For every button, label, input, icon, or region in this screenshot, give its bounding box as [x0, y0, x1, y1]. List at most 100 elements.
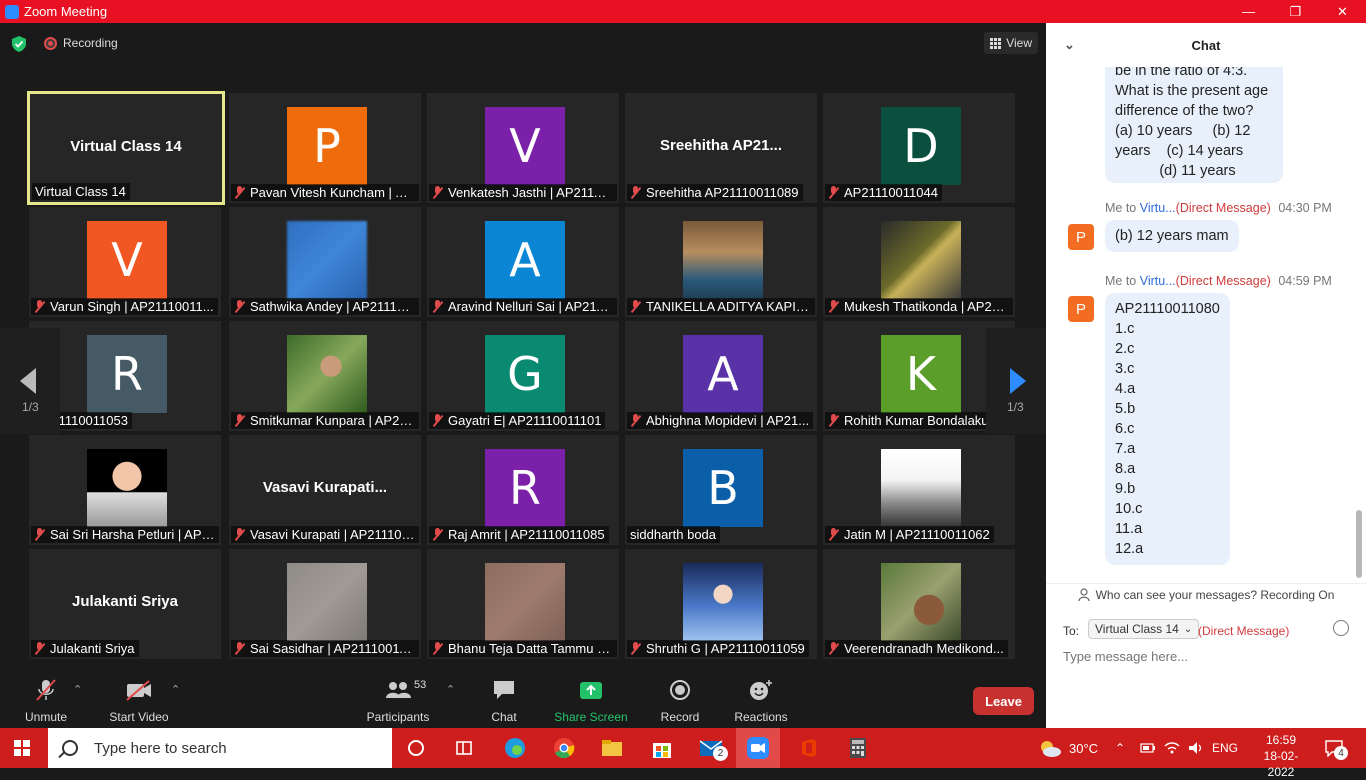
participant-nameplate: TANIKELLA ADITYA KAPIL|A...	[627, 298, 815, 315]
calculator-icon[interactable]	[846, 736, 870, 760]
participant-tile[interactable]: Sai Sasidhar | AP21110011...	[229, 549, 421, 659]
mail-icon[interactable]: 2	[699, 736, 728, 761]
share-screen-icon	[580, 682, 602, 699]
collapse-chevron-icon[interactable]: ⌄	[1064, 37, 1075, 53]
message-recipient[interactable]: Virtu...	[1140, 274, 1176, 288]
participant-tile[interactable]: V Venkatesh Jasthi | AP21110...	[427, 93, 619, 203]
participant-tile[interactable]: Vasavi Kurapati... Vasavi Kurapati | AP21…	[229, 435, 421, 545]
chat-button[interactable]: Chat	[484, 677, 524, 724]
chat-icon	[494, 681, 514, 699]
windows-taskbar: Type here to search 2 30°C ⌃ ENG 16:59 1…	[0, 728, 1366, 779]
unmute-button[interactable]: Unmute	[18, 677, 74, 724]
participant-name: Sreehitha AP21110011089	[646, 185, 799, 200]
participant-tile[interactable]: Virtual Class 14 Virtual Class 14	[27, 91, 225, 205]
start-video-button[interactable]: Start Video	[106, 677, 172, 724]
chrome-icon[interactable]	[552, 736, 576, 760]
participant-tile[interactable]: R Raj Amrit | AP21110011085	[427, 435, 619, 545]
next-page-button[interactable]	[986, 328, 1046, 434]
zoom-logo-icon	[5, 4, 19, 19]
recipient-row: To: Virtual Class 14 ⌄ (Direct Message)	[1046, 617, 1366, 643]
video-options-caret-icon[interactable]: ⌃	[171, 683, 180, 696]
battery-icon[interactable]	[1140, 728, 1156, 768]
muted-mic-icon	[34, 300, 45, 313]
weather-widget[interactable]: 30°C	[1038, 728, 1098, 768]
participant-tile[interactable]: D AP21110011044	[823, 93, 1015, 203]
participant-tile[interactable]: A Abhighna Mopidevi | AP21...	[625, 321, 817, 431]
mail-badge: 2	[713, 746, 728, 761]
participants-button[interactable]: 53 Participants	[364, 677, 432, 724]
chat-scrollbar[interactable]	[1356, 510, 1362, 578]
recording-indicator[interactable]: Recording	[44, 36, 118, 50]
participant-avatar: P	[287, 107, 367, 185]
record-button[interactable]: Record	[658, 677, 702, 724]
zoom-taskbar-active[interactable]	[736, 728, 780, 768]
participant-display-name: Julakanti Sriya	[72, 593, 178, 610]
task-view-icon[interactable]	[452, 736, 476, 760]
participant-tile[interactable]: Bsiddharth boda	[625, 435, 817, 545]
security-shield-icon[interactable]	[12, 36, 26, 52]
taskbar-search[interactable]: Type here to search	[48, 728, 392, 768]
participant-avatar: R	[485, 449, 565, 527]
message-recipient[interactable]: Virtu...	[1140, 201, 1176, 215]
participant-tile[interactable]: Jatin M | AP21110011062	[823, 435, 1015, 545]
participant-count: 53	[414, 679, 427, 691]
clock[interactable]: 16:59 18-02-2022	[1256, 732, 1306, 780]
maximize-button[interactable]: ❐	[1272, 0, 1319, 23]
participant-photo	[287, 563, 367, 641]
participant-tile[interactable]: Veerendranadh Medikond...	[823, 549, 1015, 659]
reactions-button[interactable]: Reactions	[733, 677, 789, 724]
show-hidden-icons-icon[interactable]: ⌃	[1115, 728, 1125, 768]
message-input[interactable]	[1063, 649, 1353, 664]
participant-tile[interactable]: G Gayatri E| AP21110011101	[427, 321, 619, 431]
participant-name: Bhanu Teja Datta Tammu | ...	[448, 641, 613, 656]
chat-title: Chat	[1191, 37, 1221, 53]
participants-options-caret-icon[interactable]: ⌃	[446, 683, 455, 696]
participant-tile[interactable]: A Aravind Nelluri Sai | AP211...	[427, 207, 619, 317]
participant-tile[interactable]: Sai Sri Harsha Petluri | AP2...	[29, 435, 221, 545]
chat-panel: ⌄ Chat be in the ratio of 4:3. What is t…	[1046, 23, 1366, 728]
record-dot-icon	[44, 36, 57, 50]
participant-photo	[87, 449, 167, 527]
participant-tile[interactable]: Mukesh Thatikonda | AP21...	[823, 207, 1015, 317]
who-can-see-link[interactable]: Who can see your messages? Recording On	[1046, 583, 1366, 605]
microsoft-store-icon[interactable]	[650, 736, 674, 760]
windows-start-icon[interactable]	[14, 740, 30, 756]
cortana-icon[interactable]	[404, 736, 428, 760]
participant-tile[interactable]: Bhanu Teja Datta Tammu | ...	[427, 549, 619, 659]
participant-tile[interactable]: Sreehitha AP21... Sreehitha AP21110011089	[625, 93, 817, 203]
edge-icon[interactable]	[503, 736, 527, 760]
participant-name: TANIKELLA ADITYA KAPIL|A...	[646, 299, 811, 314]
muted-mic-icon	[630, 414, 641, 427]
participant-tile[interactable]: Shruthi G | AP21110011059	[625, 549, 817, 659]
notifications-icon[interactable]: 4	[1324, 739, 1348, 762]
page-indicator-right: 1/3	[1007, 400, 1024, 414]
participant-tile[interactable]: PPavan Vitesh Kuncham | AP211...	[229, 93, 421, 203]
audio-options-caret-icon[interactable]: ⌃	[73, 683, 82, 696]
file-explorer-icon[interactable]	[600, 736, 624, 760]
language-indicator[interactable]: ENG	[1212, 728, 1238, 768]
emoji-icon[interactable]	[1333, 620, 1349, 636]
participant-nameplate: Sai Sri Harsha Petluri | AP2...	[31, 526, 219, 543]
participant-tile[interactable]: Julakanti Sriya Julakanti Sriya	[29, 549, 221, 659]
office-icon[interactable]	[797, 736, 821, 760]
recipient-select[interactable]: Virtual Class 14 ⌄	[1088, 619, 1200, 639]
participant-name: Aravind Nelluri Sai | AP211...	[448, 299, 613, 314]
avatar: P	[1068, 296, 1094, 322]
participant-nameplate: Veerendranadh Medikond...	[825, 640, 1008, 657]
minimize-button[interactable]: —	[1225, 0, 1272, 23]
volume-icon[interactable]	[1188, 728, 1204, 768]
close-button[interactable]: ✕	[1319, 0, 1366, 23]
mic-off-icon	[36, 679, 56, 701]
participant-tile[interactable]: V Varun Singh | AP21110011...	[29, 207, 221, 317]
arrow-left-icon	[20, 368, 36, 394]
participant-tile[interactable]: Sathwika Andey | AP211100...	[229, 207, 421, 317]
previous-page-button[interactable]	[0, 328, 60, 434]
participant-tile[interactable]: TANIKELLA ADITYA KAPIL|A...	[625, 207, 817, 317]
leave-button[interactable]: Leave	[973, 687, 1034, 715]
share-screen-button[interactable]: Share Screen	[554, 677, 628, 724]
view-button[interactable]: View	[984, 32, 1038, 54]
participant-nameplate: Mukesh Thatikonda | AP21...	[825, 298, 1013, 315]
participant-tile[interactable]: Smitkumar Kunpara | AP21...	[229, 321, 421, 431]
wifi-icon[interactable]	[1164, 728, 1180, 768]
participant-name: Raj Amrit | AP21110011085	[448, 527, 605, 542]
